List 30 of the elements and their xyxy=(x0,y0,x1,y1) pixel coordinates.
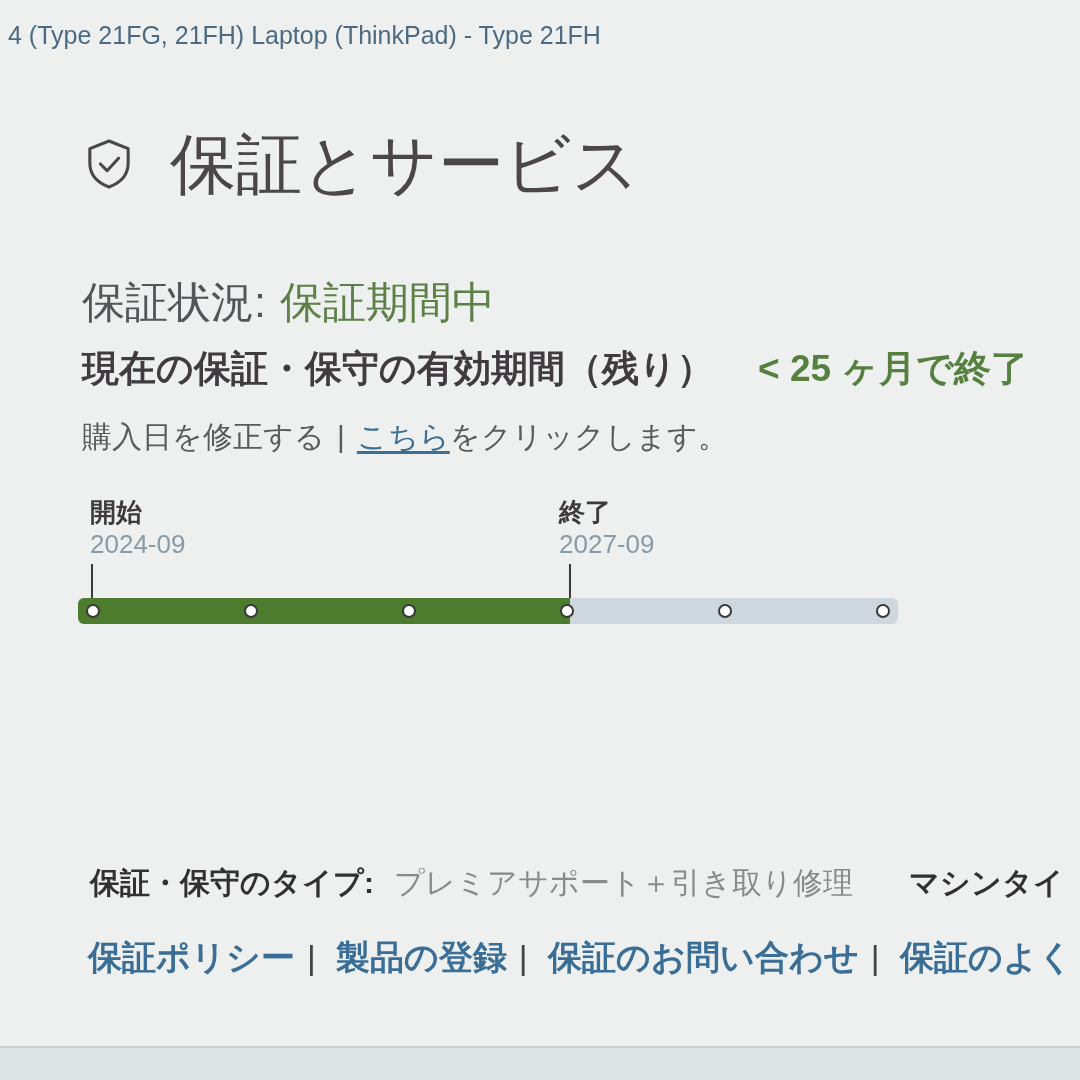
here-link[interactable]: こちら xyxy=(356,420,450,453)
breadcrumb-text: 4 (Type 21FG, 21FH) Laptop (ThinkPad) - Type 21FH xyxy=(7,20,601,50)
remaining-period-value: < 25 ヶ月で終了 xyxy=(758,347,1029,391)
tick-line xyxy=(91,564,93,598)
click-here-text: こちら をクリックします。 xyxy=(356,419,728,455)
status-label: 保証状況: xyxy=(82,277,266,328)
separator-text: | xyxy=(518,937,528,978)
status-value: 保証期間中 xyxy=(279,277,495,328)
footer-link[interactable]: 保証のお問い合わせ xyxy=(547,936,859,978)
start-label: 開始 xyxy=(90,496,142,528)
separator-text: | xyxy=(307,937,316,978)
end-label: 終了 xyxy=(559,496,611,528)
machine-type-label: マシンタイ xyxy=(909,865,1064,901)
shield-check-icon xyxy=(86,138,132,190)
milestone-dot-icon xyxy=(876,604,890,618)
warranty-type-value: プレミアサポート＋引き取り修理 xyxy=(394,865,853,901)
milestone-dot-icon xyxy=(718,604,732,618)
separator-text: | xyxy=(337,419,345,455)
purchase-date-label: 購入日を修正する xyxy=(82,419,325,455)
footer-link[interactable]: 保証のよく xyxy=(899,936,1073,978)
footer-link[interactable]: 製品の登録 xyxy=(335,936,507,978)
end-date: 2027-09 xyxy=(559,528,655,560)
footer-link[interactable]: 保証ポリシー xyxy=(88,936,295,978)
tick-line xyxy=(569,564,571,598)
start-date: 2024-09 xyxy=(90,528,186,560)
separator-text: | xyxy=(870,937,880,978)
warranty-type-label: 保証・保守のタイプ: xyxy=(90,865,374,901)
milestone-dot-icon xyxy=(560,604,574,618)
remaining-period-label: 現在の保証・保守の有効期間（残り） xyxy=(82,347,714,391)
page-title: 保証とサービス xyxy=(170,126,640,203)
